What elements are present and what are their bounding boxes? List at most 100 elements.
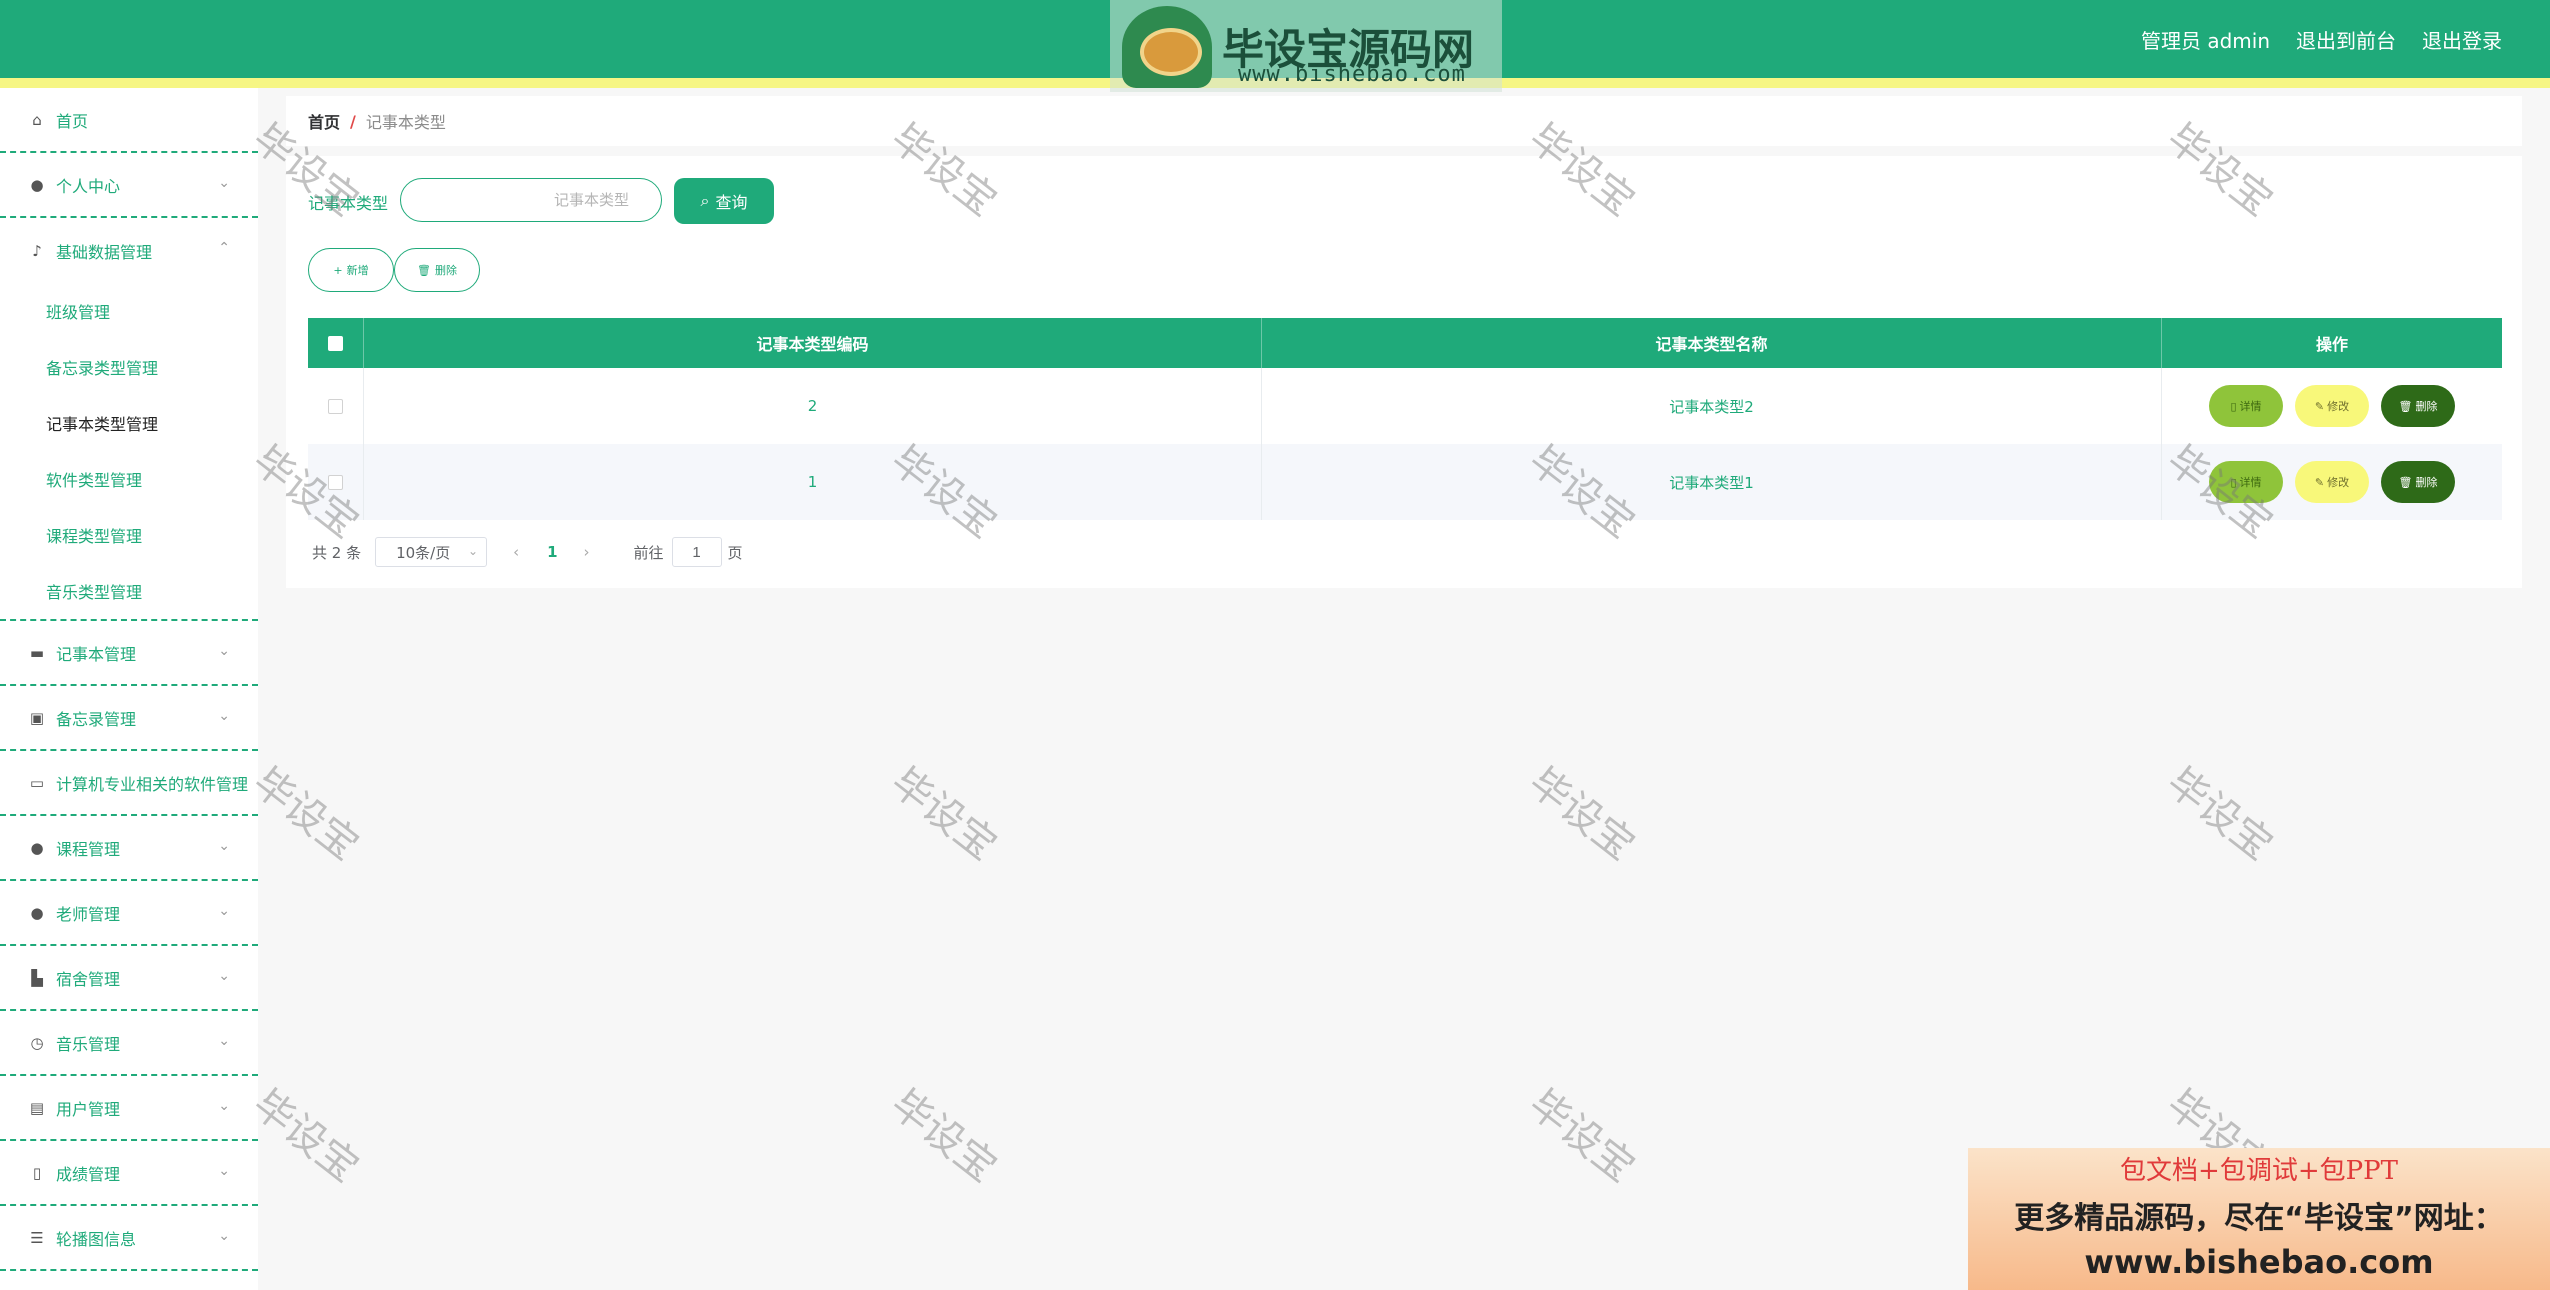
query-button[interactable]: ⌕ 查询	[674, 178, 774, 224]
pencil-icon: ✎	[2314, 475, 2325, 489]
cell-code: 2	[364, 368, 1262, 444]
header-name[interactable]: 记事本类型名称	[1262, 318, 2162, 368]
next-page-icon[interactable]: ›	[584, 543, 590, 561]
sidebar-item-music[interactable]: ◷ 音乐管理 ⌄	[0, 1011, 258, 1076]
sidebar-item-course[interactable]: ● 课程管理 ⌄	[0, 816, 258, 881]
site-logo-watermark: 毕设宝源码网 www.bishebao.com	[1110, 0, 1502, 92]
breadcrumb-separator: /	[350, 111, 356, 131]
data-table: 记事本类型编码 记事本类型名称 操作 2 记事本类型2 ▯ 详情 ✎ 修改 🗑 删除 …	[308, 318, 2502, 520]
delete-label: 删除	[2415, 400, 2438, 413]
chevron-down-icon: ⌄	[218, 1228, 230, 1244]
cell-code: 1	[364, 444, 1262, 520]
logo-badge-icon	[1122, 6, 1212, 88]
trash-icon: 🗑	[2398, 399, 2413, 413]
detail-label: 详情	[2239, 476, 2262, 489]
page-size-select[interactable]: 10条/页 ⌄	[375, 537, 488, 567]
goto-suffix: 页	[727, 543, 743, 562]
chevron-up-icon: ⌃	[218, 240, 230, 256]
search-icon: ⌕	[700, 191, 710, 210]
sidebar-item-label: 基础数据管理	[56, 242, 153, 262]
watermark-text: 毕设宝	[2158, 759, 2281, 870]
query-button-label: 查询	[715, 193, 748, 212]
goto-label: 前往	[633, 543, 664, 562]
sidebar-subitem-class[interactable]: 班级管理	[0, 283, 258, 339]
edit-button[interactable]: ✎ 修改	[2295, 385, 2369, 427]
bulk-delete-button[interactable]: 🗑 删除	[394, 248, 480, 292]
clipboard-icon: ▤	[29, 1098, 45, 1117]
header-code[interactable]: 记事本类型编码	[364, 318, 1262, 368]
bulk-delete-button-label: 删除	[434, 264, 457, 277]
row-checkbox[interactable]	[328, 398, 343, 414]
pagination: 共 2 条 10条/页 ⌄ ‹ 1 › 前往 页	[312, 536, 743, 568]
admin-user-label: 管理员 admin	[2140, 28, 2270, 53]
sidebar-item-label: 记事本管理	[56, 644, 137, 664]
sidebar-item-grades[interactable]: ▯ 成绩管理 ⌄	[0, 1141, 258, 1206]
microphone-icon: ▯	[32, 1163, 42, 1182]
sidebar-item-carousel[interactable]: ☰ 轮播图信息 ⌄	[0, 1206, 258, 1271]
pencil-icon: ✎	[2314, 399, 2325, 413]
search-input[interactable]	[400, 178, 662, 222]
page-number-current[interactable]: 1	[547, 543, 557, 561]
logo-url: www.bishebao.com	[1238, 62, 1466, 87]
table-header: 记事本类型编码 记事本类型名称 操作	[308, 318, 2502, 368]
sidebar-item-label: 宿舍管理	[56, 969, 121, 989]
user-icon: ●	[30, 838, 44, 857]
sidebar-item-label: 轮播图信息	[56, 1229, 137, 1249]
chevron-down-icon: ⌄	[218, 838, 230, 854]
sidebar-item-label: 备忘录管理	[56, 709, 137, 729]
select-all-checkbox[interactable]	[328, 335, 343, 351]
user-icon: ●	[30, 903, 44, 922]
cell-name: 记事本类型1	[1262, 444, 2162, 520]
sidebar-item-label: 计算机专业相关的软件管理	[56, 774, 249, 794]
sidebar-item-teacher[interactable]: ● 老师管理 ⌄	[0, 881, 258, 946]
logout-link[interactable]: 退出登录	[2422, 25, 2502, 54]
sidebar-subitem-memo-type[interactable]: 备忘录类型管理	[0, 339, 258, 395]
page-size-value: 10条/页	[396, 543, 451, 562]
add-button[interactable]: + 新增	[308, 248, 394, 292]
sidebar-subitem-notebook-type[interactable]: 记事本类型管理	[0, 395, 258, 451]
header-checkbox-cell	[308, 318, 364, 368]
breadcrumb-current: 记事本类型	[365, 113, 446, 132]
sidebar-item-label: 老师管理	[56, 904, 121, 924]
detail-button[interactable]: ▯ 详情	[2209, 385, 2283, 427]
header-ops: 操作	[2315, 335, 2348, 354]
delete-button[interactable]: 🗑 删除	[2381, 461, 2455, 503]
sidebar-item-users[interactable]: ▤ 用户管理 ⌄	[0, 1076, 258, 1141]
delete-button[interactable]: 🗑 删除	[2381, 385, 2455, 427]
sidebar-item-software[interactable]: ▭ 计算机专业相关的软件管理	[0, 751, 258, 816]
ad-line-1: 包文档+包调试+包PPT	[2120, 1156, 2398, 1186]
watermark-text: 毕设宝	[244, 759, 367, 870]
prev-page-icon[interactable]: ‹	[513, 543, 519, 561]
sidebar-item-dorm[interactable]: ▙ 宿舍管理 ⌄	[0, 946, 258, 1011]
sidebar-subitem-software-type[interactable]: 软件类型管理	[0, 451, 258, 507]
sidebar-item-memo[interactable]: ▣ 备忘录管理 ⌄	[0, 686, 258, 751]
row-checkbox[interactable]	[328, 474, 343, 490]
delete-label: 删除	[2415, 476, 2438, 489]
sidebar-item-label: 音乐管理	[56, 1034, 121, 1054]
chevron-down-icon: ⌄	[218, 708, 230, 724]
chevron-down-icon: ⌄	[218, 175, 230, 191]
add-button-label: 新增	[346, 264, 369, 277]
file-icon: ▯	[2230, 475, 2237, 489]
sidebar-subitem-course-type[interactable]: 课程类型管理	[0, 507, 258, 563]
sidebar-item-label: 成绩管理	[56, 1164, 121, 1184]
sidebar-item-profile[interactable]: ● 个人中心 ⌄	[0, 153, 258, 218]
watermark-text: 毕设宝	[882, 759, 1005, 870]
cell-name: 记事本类型2	[1262, 368, 2162, 444]
sidebar-item-basic-data[interactable]: ♪ 基础数据管理 ⌃	[0, 218, 258, 283]
sidebar-item-label: 课程管理	[56, 839, 121, 859]
sidebar-subitem-music-type[interactable]: 音乐类型管理	[0, 563, 258, 619]
sliders-icon: ☰	[30, 1228, 44, 1247]
chart-icon: ▣	[29, 708, 45, 727]
exit-to-front-link[interactable]: 退出到前台	[2296, 25, 2396, 54]
sidebar-item-home[interactable]: ⌂ 首页	[0, 88, 258, 153]
content-card: 记事本类型 ⌕ 查询 + 新增 🗑 删除 记事本类型编码 记事本类型名称 操作 …	[286, 156, 2522, 588]
edit-button[interactable]: ✎ 修改	[2295, 461, 2369, 503]
detail-button[interactable]: ▯ 详情	[2209, 461, 2283, 503]
sidebar-item-label: 个人中心	[56, 176, 121, 196]
chevron-down-icon: ⌄	[218, 1163, 230, 1179]
goto-page-input[interactable]	[671, 537, 722, 567]
breadcrumb-home[interactable]: 首页	[308, 109, 340, 133]
sidebar-item-notebook[interactable]: ▬ 记事本管理 ⌄	[0, 621, 258, 686]
thumb-icon: ▙	[31, 968, 43, 987]
